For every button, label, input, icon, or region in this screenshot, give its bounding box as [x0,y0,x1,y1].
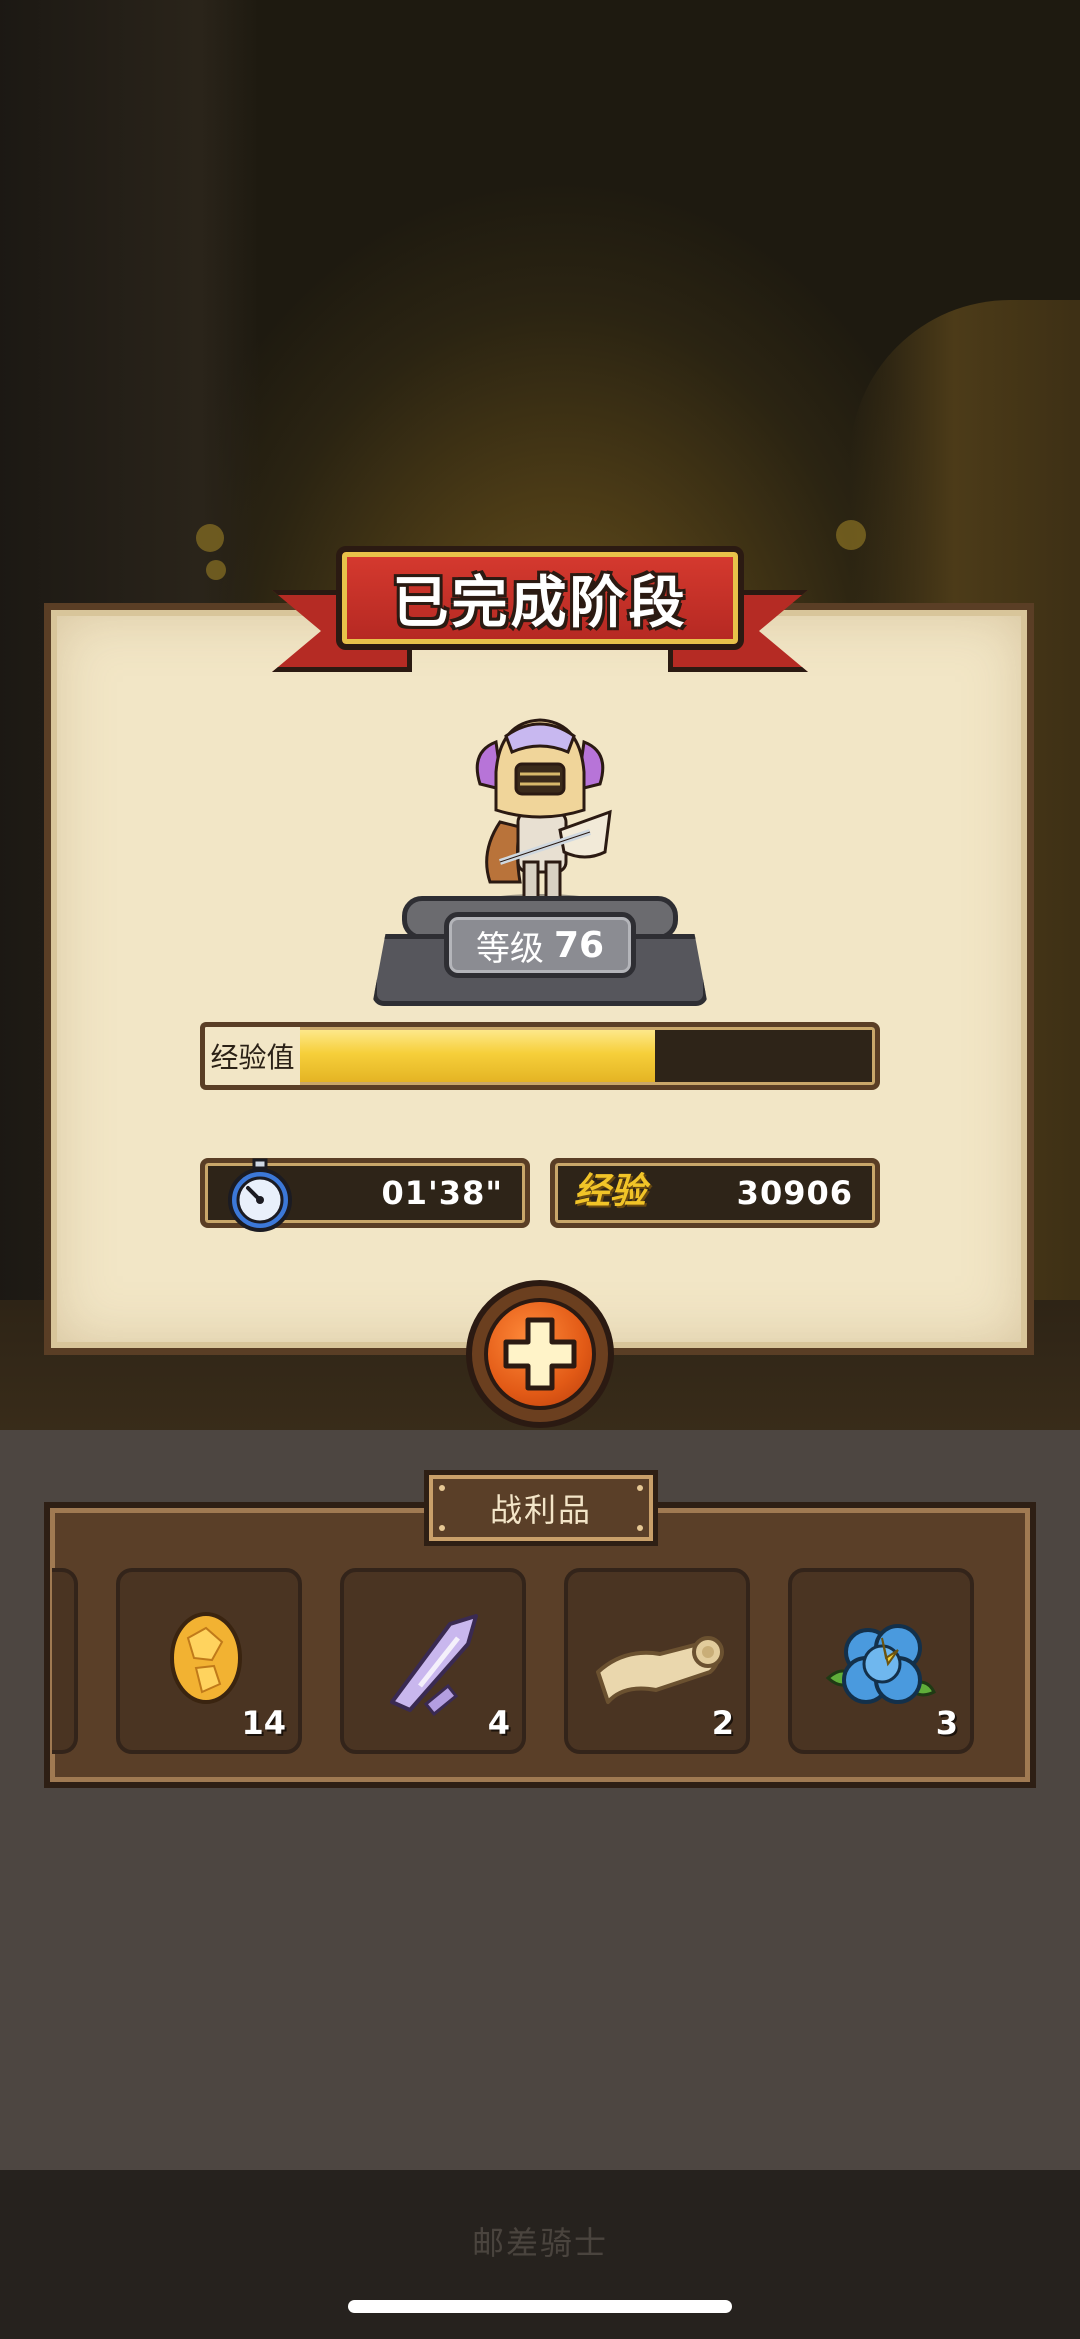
glow-mushroom [206,560,226,580]
glow-mushroom [196,524,224,552]
loot-count: 3 [935,1704,958,1742]
plus-icon [503,1317,577,1391]
loot-slot-crystal[interactable]: 4 [340,1568,526,1754]
footer-label: 邮差骑士 [471,2224,608,2262]
loot-count: 14 [241,1704,286,1742]
xp-label: 经验值 [200,1022,300,1090]
loot-slot-partial[interactable] [52,1568,78,1754]
loot-title-plate: 战利品 [424,1470,658,1546]
loot-slot-blue-flower[interactable]: 3 [788,1568,974,1754]
loot-slot-scroll[interactable]: 2 [564,1568,750,1754]
stage-complete-banner: 已完成阶段 [336,546,744,650]
time-value: 01'38" [381,1174,503,1212]
level-label: 等级 [475,928,544,969]
level-plate: 等级 76 [444,912,636,978]
banner-title: 已完成阶段 [392,570,688,636]
xp-bar-fill [300,1030,655,1082]
loot-slot-gold-egg[interactable]: 14 [116,1568,302,1754]
exp-label: 经验 [574,1171,647,1212]
stopwatch-icon [228,1158,292,1232]
home-indicator[interactable] [348,2300,732,2313]
glow-mushroom [836,520,866,550]
level-value: 76 [553,924,605,966]
loot-count: 2 [711,1704,734,1742]
knight-avatar [475,718,612,910]
add-button[interactable] [466,1280,614,1428]
exp-value: 30906 [736,1174,853,1212]
loot-count: 4 [487,1704,510,1742]
loot-title: 战利品 [489,1491,592,1529]
